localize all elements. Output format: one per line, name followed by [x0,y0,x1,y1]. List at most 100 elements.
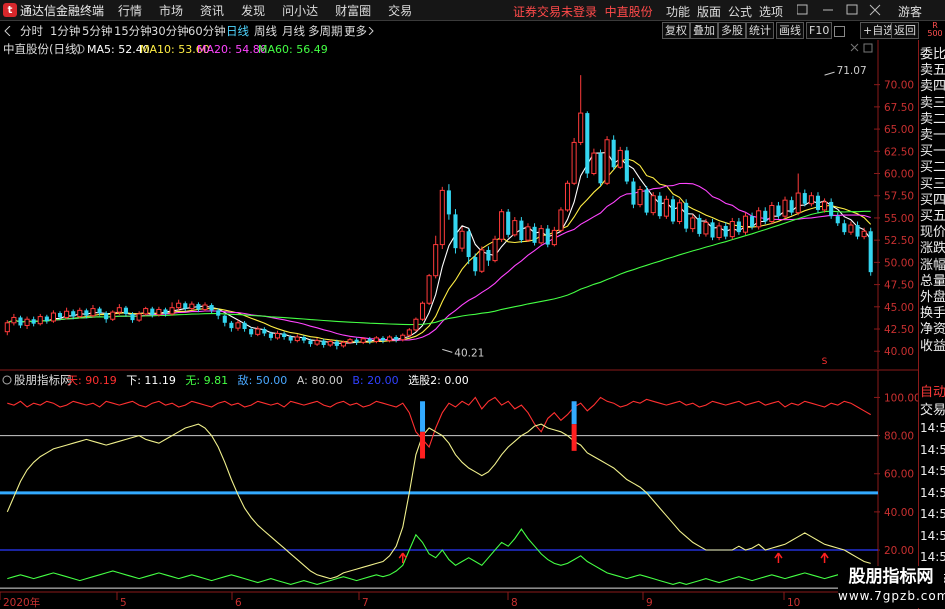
candle-body-80 [532,226,537,243]
ind-di-label: 敌 [238,373,249,387]
sidebar-top-label: R 500 [927,21,943,38]
period-more[interactable]: 更多 [344,23,367,39]
candle-body-109 [723,225,728,237]
guest-user[interactable]: 游客 [898,3,922,20]
period-fenshi[interactable]: 分时 [20,23,43,39]
sidebar-time-5: 14:56 [920,528,945,543]
menu-gongneng[interactable]: 功能 [666,3,690,20]
candle-body-115 [763,210,768,222]
candle-body-127 [842,223,847,233]
period-60min[interactable]: 60分钟 [188,23,226,39]
candle-body-51 [340,341,346,347]
candle-body-43 [288,337,293,341]
candle-body-83 [551,229,557,246]
menu-xuanxiang[interactable]: 选项 [759,3,783,20]
ind-wu-value: 9.81 [204,374,229,387]
candle-body-89 [591,152,597,175]
candle-body-50 [334,341,339,346]
candle-body-73 [486,249,491,261]
menu-zixun[interactable]: 资讯 [200,2,224,19]
candle-body-45 [301,337,306,341]
signal-bar-blue-1 [571,401,577,425]
period-weekly[interactable]: 周线 [254,23,277,39]
chart-area[interactable]: 中直股份(日线) MA5: 52.40 MA10: 53.60 MA20: 54… [0,40,918,609]
candle-body-68 [453,214,458,249]
sidebar-indicator-item-0[interactable]: 自动 [920,384,945,402]
btn-tongji[interactable]: 统计 [746,22,774,39]
ma5-label: MA5 [87,43,111,56]
candle-body-128 [848,224,854,233]
candle-body-46 [308,340,313,345]
candle-body-23 [156,308,162,316]
sidebar-indicator-item-1[interactable]: 交易 [920,402,945,420]
menu-caifuquan[interactable]: 财富圈 [335,2,371,19]
candle-body-98 [650,195,656,214]
candle-body-0 [4,322,10,333]
candle-body-74 [492,238,498,262]
btn-duogu[interactable]: 多股 [718,22,746,39]
more-chevron-icon[interactable] [367,27,375,35]
candle-body-126 [835,216,840,224]
menu-banmian[interactable]: 版面 [697,3,721,20]
ind-wu-label: 无 [185,374,196,387]
menu-hangqing[interactable]: 行情 [118,2,142,19]
legend-ma20: MA20: 54.86 [197,43,267,56]
candle-body-123 [815,195,821,210]
candle-body-71 [473,257,478,272]
period-30min[interactable]: 30分钟 [151,23,189,39]
candle-body-110 [729,220,735,238]
ma-toggle-icon[interactable] [834,26,845,37]
period-daily[interactable]: 日线 [226,23,249,39]
menu-jiaoyi[interactable]: 交易 [388,2,412,19]
candle-body-10 [71,311,76,317]
trade-login-warning[interactable]: 证券交易未登录 中直股份 [513,3,653,20]
btn-huaxian[interactable]: 画线 [776,22,804,39]
btn-back[interactable]: 返回 [891,22,919,39]
ind-a-value: 80.00 [311,374,343,387]
ind-xuangu-label: 选股2 [408,374,437,387]
period-15min[interactable]: 15分钟 [114,23,152,39]
candle-body-21 [143,308,149,315]
candle-body-99 [657,195,662,217]
sidebar-time-6: 14:56 [920,550,945,564]
candle-body-5 [37,316,43,325]
sidebar-time-3: 14:56 [920,485,945,500]
ma10-label: MA10 [140,43,171,56]
menu-faxian[interactable]: 发现 [241,2,265,19]
candle-body-117 [776,205,781,217]
period-multi[interactable]: 多周期 [308,23,343,39]
candle-body-108 [716,225,722,238]
candle-body-27 [183,303,188,309]
candle-body-78 [519,220,524,241]
candle-body-122 [808,195,814,205]
btn-diejia[interactable]: 叠加 [690,22,718,39]
main-y-tick-label-10: 45.00 [884,302,914,314]
btn-fuquan[interactable]: 复权 [662,22,690,39]
period-1min[interactable]: 1分钟 [50,23,80,39]
candle-body-40 [268,333,273,338]
candle-body-103 [684,202,689,229]
candle-body-95 [631,181,636,205]
candle-body-64 [426,275,432,304]
btn-f10[interactable]: F10 [806,22,833,39]
period-5min[interactable]: 5分钟 [82,23,112,39]
candle-body-81 [538,228,544,244]
ind-y-tick-label-1: 80.00 [884,431,914,443]
candle-body-60 [400,334,406,341]
main-y-tick-label-3: 62.50 [884,146,914,158]
menu-gongshi[interactable]: 公式 [728,3,752,20]
window-maximize-icon [846,4,858,15]
candle-body-25 [169,307,175,315]
candle-body-119 [789,200,794,213]
menu-shichang[interactable]: 市场 [159,2,183,19]
quote-sidebar: R 500 委比 卖五 卖四 卖三 卖二 卖一 买一 买二 买三 买四 买五 现价 涨跌 涨幅 总量 外盘 换手… [918,22,945,609]
menu-wenxiaoda[interactable]: 问小达 [282,2,318,19]
sidebar-item-18[interactable]: 收益 [920,338,945,356]
candle-body-66 [439,189,445,246]
toolbar-prev-icon[interactable] [3,26,13,36]
candle-body-31 [209,305,214,311]
period-monthly[interactable]: 月线 [282,23,305,39]
candle-body-102 [677,202,683,222]
signal-bar-red-0 [420,431,426,459]
candle-body-29 [196,304,201,310]
